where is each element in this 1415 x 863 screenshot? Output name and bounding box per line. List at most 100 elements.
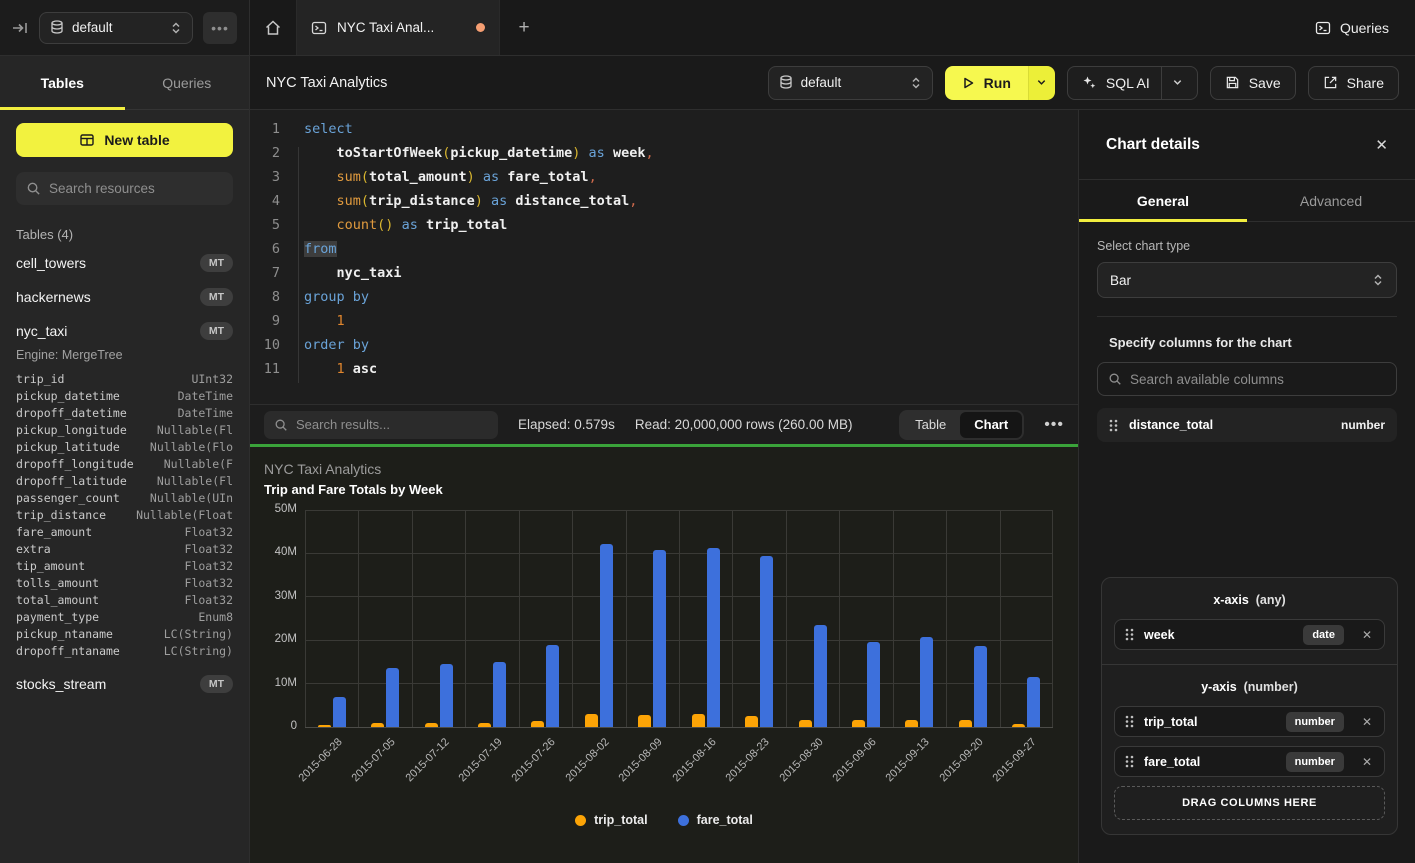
tab-advanced[interactable]: Advanced [1247, 180, 1415, 221]
x-tick-label: 2015-08-02 [563, 736, 611, 784]
sidebar-tab-tables[interactable]: Tables [0, 56, 125, 109]
sidebar-more-button[interactable]: ••• [203, 12, 237, 44]
token [605, 145, 613, 161]
token: , [645, 145, 653, 161]
save-button[interactable]: Save [1210, 66, 1296, 100]
tab-nyc-taxi-analytics[interactable]: NYC Taxi Anal... [297, 0, 500, 55]
chevron-updown-icon [170, 21, 182, 35]
token [418, 217, 426, 233]
run-options-button[interactable] [1028, 66, 1055, 100]
sql-editor[interactable]: 1select2 toStartOfWeek(pickup_datetime) … [250, 110, 1078, 404]
legend-label: fare_total [697, 813, 753, 827]
axis-column-trip_total[interactable]: trip_totalnumber✕ [1114, 706, 1385, 737]
share-button[interactable]: Share [1308, 66, 1399, 100]
token [304, 217, 337, 233]
database-selector-value: default [72, 20, 162, 35]
spacer [0, 659, 249, 667]
tab-general[interactable]: General [1079, 180, 1247, 221]
sidebar-tab-queries[interactable]: Queries [125, 56, 250, 109]
x-axis-hint: (any) [1256, 593, 1286, 607]
column-type: Nullable(Float [136, 508, 233, 522]
legend-item-fare_total[interactable]: fare_total [678, 813, 753, 827]
token: sum [337, 169, 361, 185]
token [580, 145, 588, 161]
bar-fare_total [867, 642, 880, 727]
view-toggle-table[interactable]: Table [901, 412, 960, 438]
code-text: from [280, 237, 337, 261]
x-tick-label: 2015-08-16 [670, 736, 718, 784]
results-search-input[interactable] [296, 417, 488, 432]
table-row-nyc_taxi[interactable]: nyc_taxiMT [0, 314, 249, 348]
token: toStartOfWeek [337, 145, 443, 161]
token [483, 193, 491, 209]
code-line-1: 1select [250, 117, 1078, 141]
axis-chip-name: trip_total [1144, 715, 1276, 729]
bar-trip_total [745, 716, 758, 727]
remove-column-icon[interactable]: ✕ [1362, 628, 1372, 642]
database-icon [50, 20, 64, 35]
remove-column-icon[interactable]: ✕ [1362, 755, 1372, 769]
home-button[interactable] [250, 0, 297, 55]
token [304, 193, 337, 209]
code-line-2: 2 toStartOfWeek(pickup_datetime) as week… [250, 141, 1078, 165]
queries-button[interactable]: Queries [1289, 0, 1415, 55]
database-selector[interactable]: default [39, 12, 193, 44]
sql-ai-button[interactable]: SQL AI [1067, 66, 1198, 100]
view-toggle-chart[interactable]: Chart [960, 412, 1022, 438]
legend-item-trip_total[interactable]: trip_total [575, 813, 647, 827]
results-more-button[interactable]: ••• [1044, 416, 1064, 434]
h-gridline [305, 727, 1053, 728]
new-table-button[interactable]: New table [16, 123, 233, 157]
column-type: Float32 [185, 593, 233, 607]
run-button[interactable]: Run [945, 66, 1028, 100]
token: , [629, 193, 637, 209]
collapse-sidebar-icon[interactable] [12, 20, 29, 36]
axes-config: x-axis (any) weekdate✕ y-axis (number) t… [1101, 577, 1398, 835]
column-name: dropoff_latitude [16, 474, 127, 488]
table-row-stocks_stream[interactable]: stocks_streamMT [0, 667, 249, 701]
x-axis-title: x-axis (any) [1114, 593, 1385, 607]
save-icon [1225, 75, 1240, 90]
run-database-selector[interactable]: default [768, 66, 933, 100]
divider [1097, 316, 1397, 317]
table-row-cell_towers[interactable]: cell_towersMT [0, 246, 249, 280]
axis-column-fare_total[interactable]: fare_totalnumber✕ [1114, 746, 1385, 777]
column-type: Nullable(UIn [150, 491, 233, 505]
axis-chip-type: number [1286, 752, 1344, 772]
run-button-group: Run [945, 66, 1055, 100]
axis-column-week[interactable]: weekdate✕ [1114, 619, 1385, 650]
table-row-hackernews[interactable]: hackernewsMT [0, 280, 249, 314]
chart-details-body: Select chart type Bar Specify columns fo… [1079, 222, 1415, 442]
remove-column-icon[interactable]: ✕ [1362, 715, 1372, 729]
v-gridline [626, 510, 627, 727]
x-tick-label: 2015-07-05 [349, 736, 397, 784]
columns-search-input[interactable] [1130, 372, 1386, 387]
sql-ai-options-button[interactable] [1161, 67, 1183, 99]
token [304, 145, 337, 161]
bar-trip_total [959, 720, 972, 727]
v-gridline [412, 510, 413, 727]
line-number: 4 [250, 189, 280, 213]
bar-trip_total [692, 714, 705, 727]
bar-fare_total [760, 556, 773, 727]
y-axis-section: y-axis (number) trip_totalnumber✕fare_to… [1102, 664, 1397, 834]
column-chip-name: distance_total [1129, 418, 1330, 432]
close-icon[interactable]: ✕ [1375, 136, 1388, 154]
y-tick-label: 50M [257, 503, 297, 515]
axis-chip-name: week [1144, 628, 1293, 642]
token [304, 169, 337, 185]
column-row-total_amount: total_amountFloat32 [0, 591, 249, 608]
available-column-distance_total[interactable]: distance_totalnumber [1097, 408, 1397, 442]
column-row-dropoff_longitude: dropoff_longitudeNullable(F [0, 455, 249, 472]
token: asc [353, 361, 377, 377]
drag-columns-drop-zone[interactable]: DRAG COLUMNS HERE [1114, 786, 1385, 820]
new-tab-button[interactable]: + [500, 0, 548, 55]
code-line-9: 9 1 [250, 309, 1078, 333]
table-grid-icon [79, 132, 95, 148]
chart-type-select[interactable]: Bar [1097, 262, 1397, 298]
token [393, 217, 401, 233]
sql-console-window: default ••• NYC Taxi Anal... + [0, 0, 1415, 863]
engine-badge: MT [200, 254, 233, 272]
token: , [589, 169, 597, 185]
resource-search-input[interactable] [49, 181, 226, 196]
